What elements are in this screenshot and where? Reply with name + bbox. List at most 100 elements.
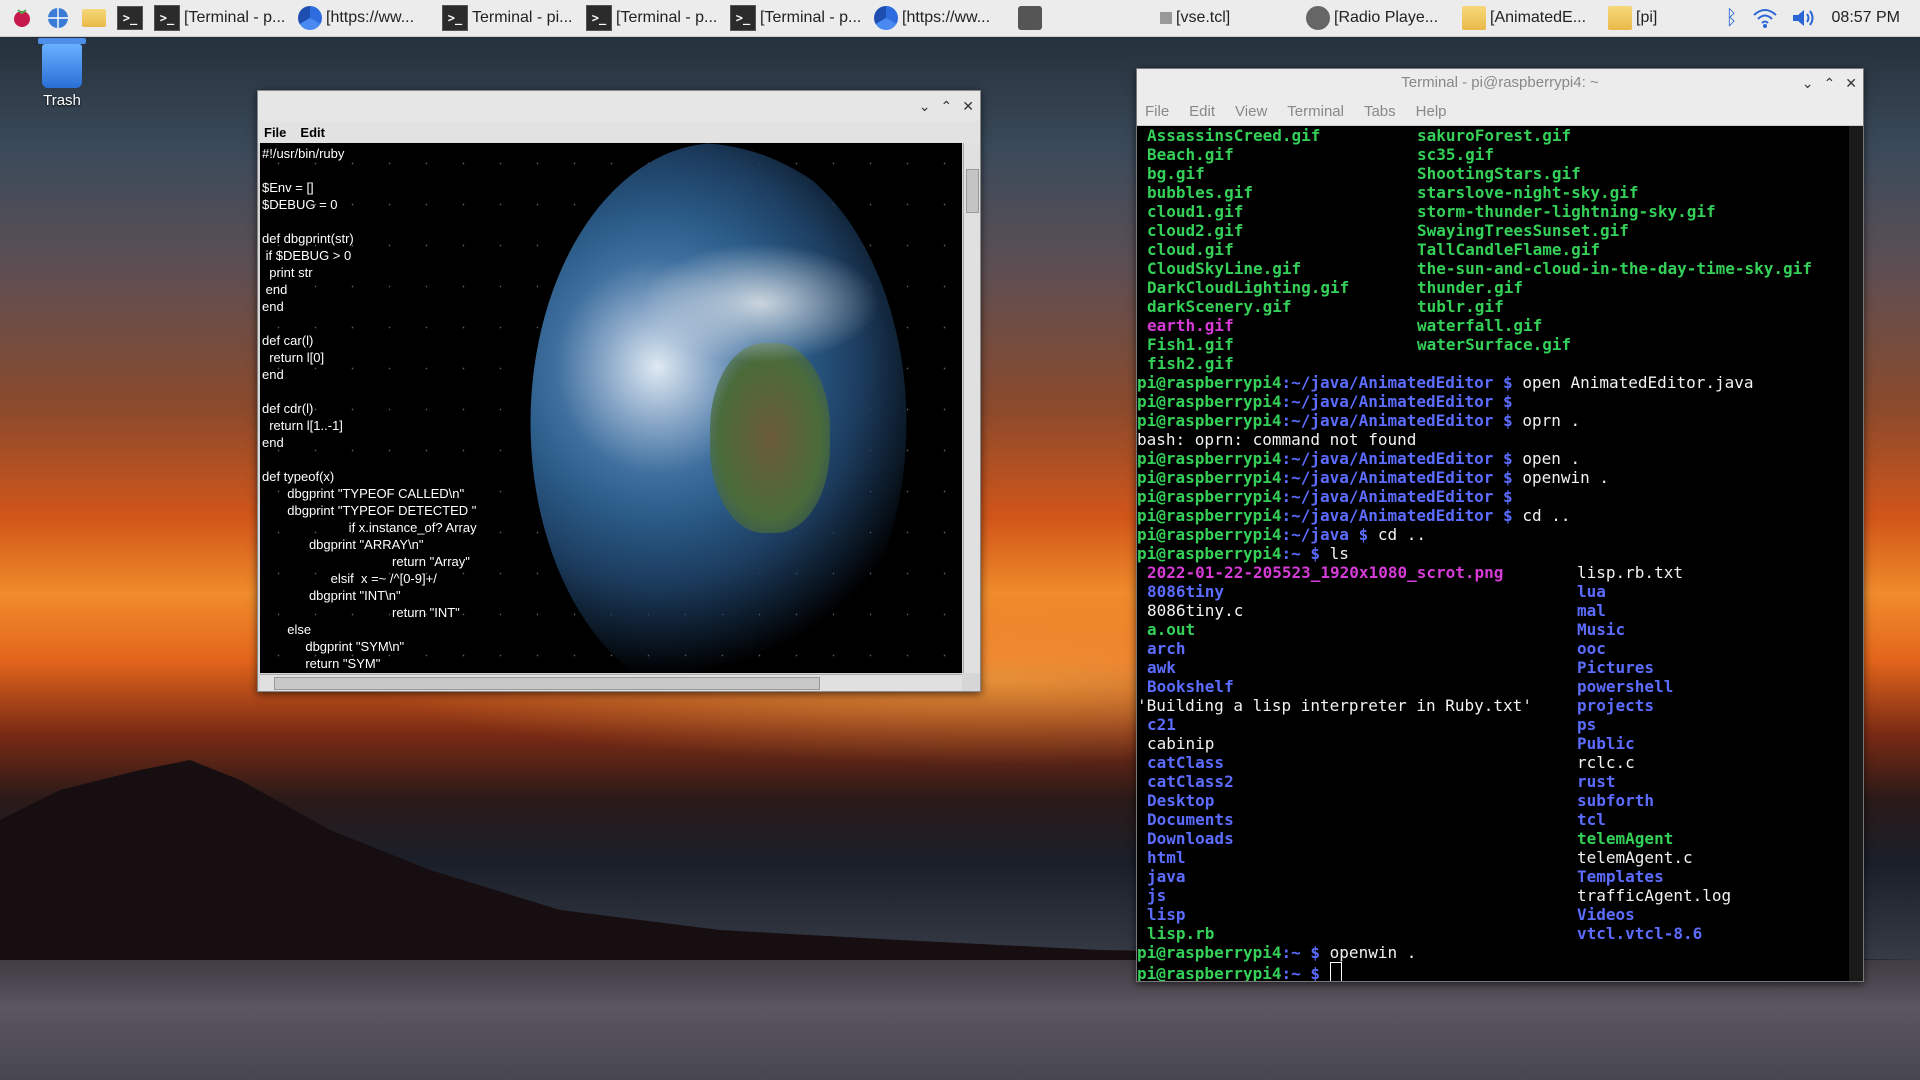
horizontal-scrollbar[interactable] <box>260 674 962 691</box>
file-name: awk <box>1147 658 1176 677</box>
editor-canvas[interactable]: #!/usr/bin/ruby $Env = [] $DEBUG = 0 def… <box>260 143 962 673</box>
taskbar-button-radio-player[interactable]: [Radio Playe... <box>1300 3 1452 33</box>
menu-terminal[interactable]: Terminal <box>1287 103 1344 120</box>
command-text: ls <box>1320 544 1349 563</box>
prompt-line: pi@raspberrypi4:~/java/AnimatedEditor $ … <box>1137 411 1580 430</box>
file-name: catClass2 <box>1147 772 1234 791</box>
ls-entry: lisp <box>1147 905 1186 924</box>
prompt-line: pi@raspberrypi4:~/java/AnimatedEditor $ <box>1137 392 1513 411</box>
prompt-user-host: pi@raspberrypi4 <box>1137 392 1282 411</box>
menu-tabs[interactable]: Tabs <box>1364 103 1396 120</box>
ls-entry: rclc.c <box>1577 753 1635 772</box>
file-manager-launcher-icon[interactable] <box>80 4 108 32</box>
prompt-path: :~ $ <box>1281 964 1321 981</box>
ls-entry: catClass2 <box>1147 772 1234 791</box>
prompt-path: :~/java $ <box>1281 525 1369 544</box>
minimize-icon[interactable]: ⌄ <box>919 98 931 115</box>
ls-entry: mal <box>1577 601 1606 620</box>
terminal-icon: >_ <box>730 5 756 31</box>
ls-entry: sakuroForest.gif <box>1417 126 1571 145</box>
ls-entry: arch <box>1147 639 1186 658</box>
file-name: ShootingStars.gif <box>1417 164 1581 183</box>
file-name: tcl <box>1577 810 1606 829</box>
volume-icon[interactable] <box>1790 7 1816 29</box>
window-controls: ⌄ ⌃ ✕ <box>919 91 974 121</box>
terminal-scrollbar[interactable] <box>1849 126 1863 981</box>
system-tray: ᛒ 08:57 PM <box>1726 0 1920 36</box>
raspberry-menu-icon[interactable] <box>8 4 36 32</box>
taskbar-button-terminal[interactable]: >_ [Terminal - p... <box>724 3 864 33</box>
menu-help[interactable]: Help <box>1416 103 1447 120</box>
bluetooth-icon[interactable]: ᛒ <box>1726 7 1738 30</box>
maximize-icon[interactable]: ⌃ <box>941 98 953 115</box>
close-icon[interactable]: ✕ <box>962 98 974 115</box>
file-name: DarkCloudLighting.gif <box>1147 278 1350 297</box>
file-name: Videos <box>1577 905 1635 924</box>
prompt-line: pi@raspberrypi4:~ $ openwin . <box>1137 943 1416 962</box>
menu-file[interactable]: File <box>264 125 286 140</box>
clock[interactable]: 08:57 PM <box>1832 9 1900 27</box>
editor-titlebar[interactable]: ⌄ ⌃ ✕ <box>258 91 980 121</box>
taskbar-button-animated-editor[interactable]: [AnimatedE... <box>1456 3 1598 33</box>
ls-entry: cloud2.gif <box>1147 221 1243 240</box>
ls-entry: waterfall.gif <box>1417 316 1542 335</box>
menu-view[interactable]: View <box>1235 103 1267 120</box>
ls-entry: 8086tiny <box>1147 582 1224 601</box>
ls-entry: TallCandleFlame.gif <box>1417 240 1600 259</box>
command-text: cd .. <box>1368 525 1426 544</box>
taskbar-button-terminal[interactable]: >_ [Terminal - p... <box>148 3 288 33</box>
trash-desktop-item[interactable]: Trash <box>30 38 94 109</box>
browser-launcher-icon[interactable] <box>44 4 72 32</box>
scrollbar-thumb[interactable] <box>274 677 820 690</box>
command-text: oprn . <box>1512 411 1581 430</box>
file-name: trafficAgent.log <box>1577 886 1732 905</box>
prompt-line: pi@raspberrypi4:~/java/AnimatedEditor $ … <box>1137 373 1754 392</box>
command-text: openwin . <box>1512 468 1610 487</box>
maximize-icon[interactable]: ⌃ <box>1824 69 1836 97</box>
prompt-path: :~/java/AnimatedEditor $ <box>1281 411 1513 430</box>
prompt-line: pi@raspberrypi4:~/java/AnimatedEditor $ <box>1137 487 1513 506</box>
file-name: c21 <box>1147 715 1176 734</box>
ls-entry: DarkCloudLighting.gif <box>1147 278 1349 297</box>
ls-entry: lisp.rb.txt <box>1577 563 1683 582</box>
taskbar-button-browser[interactable]: [https://ww... <box>292 3 432 33</box>
file-name: Templates <box>1577 867 1664 886</box>
vertical-scrollbar[interactable] <box>963 143 980 673</box>
terminal-titlebar[interactable]: Terminal - pi@raspberrypi4: ~ ⌄ ⌃ ✕ <box>1137 69 1863 97</box>
file-name: 8086tiny <box>1147 582 1225 601</box>
prompt-line: pi@raspberrypi4:~/java/AnimatedEditor $ … <box>1137 506 1570 525</box>
ls-entry: a.out <box>1147 620 1195 639</box>
file-name: ooc <box>1577 639 1606 658</box>
close-icon[interactable]: ✕ <box>1845 69 1857 97</box>
folder-icon <box>1462 6 1486 30</box>
ls-entry: sc35.gif <box>1417 145 1494 164</box>
taskbar-button-vse[interactable]: [vse.tcl] <box>1154 3 1296 33</box>
prompt-user-host: pi@raspberrypi4 <box>1137 964 1282 981</box>
terminal-output[interactable]: AssassinsCreed.gif sakuroForest.gif Beach.… <box>1137 126 1847 981</box>
command-text: open AnimatedEditor.java <box>1512 373 1754 392</box>
file-name: powershell <box>1577 677 1674 696</box>
taskbar-button-pi-folder[interactable]: [pi] <box>1602 3 1704 33</box>
ls-entry: lisp.rb <box>1147 924 1214 943</box>
menu-edit[interactable]: Edit <box>300 125 325 140</box>
scrollbar-thumb[interactable] <box>966 169 979 213</box>
minimize-icon[interactable]: ⌄ <box>1802 69 1814 97</box>
menu-file[interactable]: File <box>1145 103 1169 120</box>
prompt-user-host: pi@raspberrypi4 <box>1137 487 1282 506</box>
ruby-code[interactable]: #!/usr/bin/ruby $Env = [] $DEBUG = 0 def… <box>262 145 477 672</box>
taskbar-button-app[interactable] <box>1012 3 1064 33</box>
wifi-icon[interactable] <box>1752 7 1778 29</box>
file-name: SwayingTreesSunset.gif <box>1417 221 1629 240</box>
terminal-launcher-icon[interactable]: >_ <box>116 4 144 32</box>
terminal-icon: >_ <box>154 5 180 31</box>
file-name: waterSurface.gif <box>1417 335 1572 354</box>
prompt-user-host: pi@raspberrypi4 <box>1137 525 1282 544</box>
file-name: cloud.gif <box>1147 240 1234 259</box>
ls-entry: darkScenery.gif <box>1147 297 1292 316</box>
taskbar-button-terminal[interactable]: >_ [Terminal - p... <box>580 3 720 33</box>
terminal-window: Terminal - pi@raspberrypi4: ~ ⌄ ⌃ ✕ File… <box>1136 68 1864 982</box>
taskbar-button-terminal[interactable]: >_ Terminal - pi... <box>436 3 576 33</box>
taskbar-button-browser[interactable]: [https://ww... <box>868 3 1008 33</box>
menu-edit[interactable]: Edit <box>1189 103 1215 120</box>
file-name: lisp <box>1147 905 1186 924</box>
